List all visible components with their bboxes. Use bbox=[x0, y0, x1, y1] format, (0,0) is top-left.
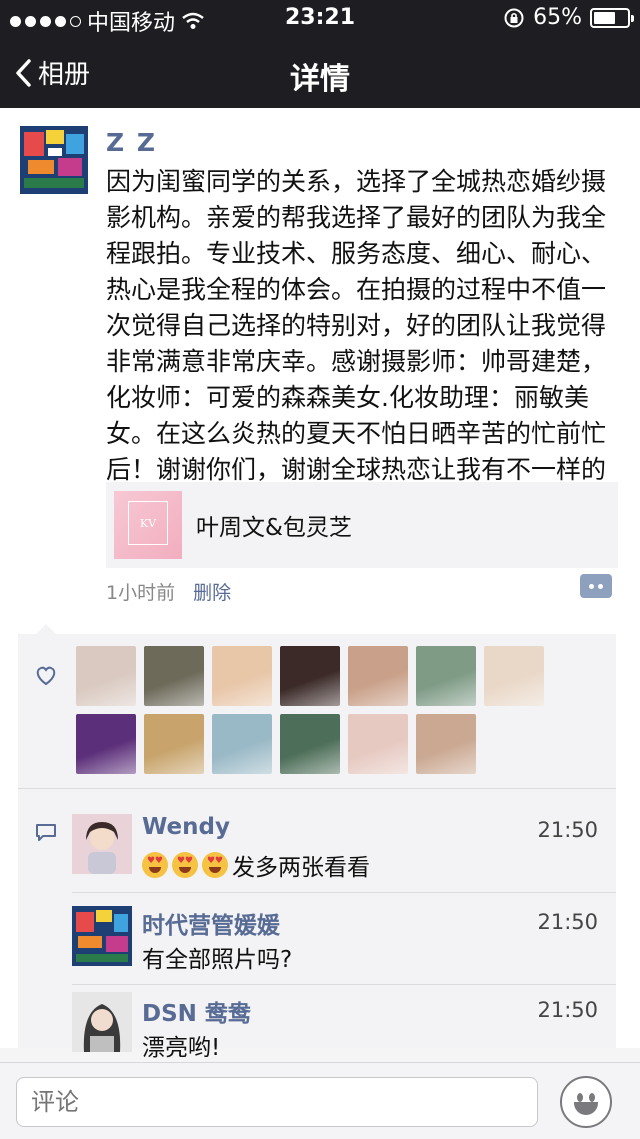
page-title: 详情 bbox=[290, 62, 350, 97]
liker-avatar[interactable] bbox=[348, 714, 408, 774]
comment-body: 发多两张看看 bbox=[232, 855, 370, 881]
comment-time: 21:50 bbox=[537, 910, 598, 934]
commenter-name[interactable]: Wendy bbox=[142, 814, 230, 840]
likes-comments-panel: Wendy 21:50 发多两张看看 时代营管媛媛 21:50 有全部照片吗? bbox=[18, 624, 616, 1061]
heart-eyes-emoji-icon bbox=[172, 852, 198, 878]
post-text: 因为闺蜜同学的关系，选择了全城热恋婚纱摄影机构。亲爱的帮我选择了最好的团队为我全… bbox=[106, 167, 607, 520]
post-author-name[interactable]: Z Z bbox=[106, 128, 157, 157]
comment-item[interactable]: DSN 鸯鸯 21:50 漂亮哟! bbox=[72, 992, 616, 1061]
delete-button[interactable]: 删除 bbox=[193, 578, 231, 605]
commenter-avatar[interactable] bbox=[72, 814, 132, 874]
comment-body: 漂亮哟! bbox=[142, 1035, 221, 1061]
likes-list bbox=[76, 646, 556, 774]
nav-bar: 相册 详情 bbox=[0, 36, 640, 108]
comment-item[interactable]: 时代营管媛媛 21:50 有全部照片吗? bbox=[72, 904, 616, 985]
liker-avatar[interactable] bbox=[484, 646, 544, 706]
heart-eyes-emoji-icon bbox=[142, 852, 168, 878]
comment-time: 21:50 bbox=[537, 998, 598, 1022]
comment-divider bbox=[72, 892, 616, 893]
status-bar: 中国移动 23:21 65% bbox=[0, 0, 640, 36]
liker-avatar[interactable] bbox=[416, 646, 476, 706]
commenter-name[interactable]: DSN 鸯鸯 bbox=[142, 994, 251, 1028]
moment-post: Z Z 因为闺蜜同学的关系，选择了全城热恋婚纱摄影机构。亲爱的帮我选择了最好的团… bbox=[0, 108, 640, 1061]
liker-avatar[interactable] bbox=[144, 714, 204, 774]
liker-avatar[interactable] bbox=[280, 646, 340, 706]
smiley-icon bbox=[577, 1093, 583, 1102]
comment-input[interactable] bbox=[16, 1077, 538, 1127]
heart-eyes-emoji-icon bbox=[202, 852, 228, 878]
comment-time: 21:50 bbox=[537, 818, 598, 842]
comment-divider bbox=[72, 984, 616, 985]
link-title: 叶周文&包灵芝 bbox=[196, 515, 352, 541]
rotation-lock-icon bbox=[504, 8, 524, 27]
commenter-avatar[interactable] bbox=[72, 992, 132, 1052]
liker-avatar[interactable] bbox=[212, 714, 272, 774]
shared-link-card[interactable]: KV 叶周文&包灵芝 bbox=[106, 482, 618, 568]
status-right: 65% bbox=[503, 5, 634, 30]
liker-avatar[interactable] bbox=[280, 714, 340, 774]
comment-item[interactable]: Wendy 21:50 发多两张看看 bbox=[72, 812, 616, 893]
heart-icon bbox=[36, 666, 56, 686]
liker-avatar[interactable] bbox=[144, 646, 204, 706]
liker-avatar[interactable] bbox=[76, 714, 136, 774]
comment-text: 发多两张看看 bbox=[142, 848, 370, 882]
comment-body: 有全部照片吗? bbox=[142, 947, 293, 973]
link-thumbnail: KV bbox=[114, 491, 182, 559]
comment-text: 有全部照片吗? bbox=[142, 940, 292, 974]
liker-avatar[interactable] bbox=[416, 714, 476, 774]
comment-input-bar bbox=[0, 1062, 640, 1139]
liker-avatar[interactable] bbox=[76, 646, 136, 706]
comment-text: 漂亮哟! bbox=[142, 1028, 220, 1062]
post-timestamp: 1小时前 bbox=[106, 582, 176, 604]
emoji-button[interactable] bbox=[560, 1076, 612, 1128]
author-avatar[interactable] bbox=[20, 126, 88, 194]
comment-icon bbox=[36, 824, 56, 841]
post-meta: 1小时前 删除 bbox=[106, 578, 231, 605]
commenter-avatar[interactable] bbox=[72, 906, 132, 966]
more-actions-button[interactable] bbox=[580, 574, 612, 598]
battery-icon bbox=[590, 7, 634, 28]
liker-avatar[interactable] bbox=[348, 646, 408, 706]
liker-avatar[interactable] bbox=[212, 646, 272, 706]
commenter-name[interactable]: 时代营管媛媛 bbox=[142, 906, 280, 940]
battery-percent: 65% bbox=[533, 5, 582, 30]
divider bbox=[18, 788, 616, 789]
